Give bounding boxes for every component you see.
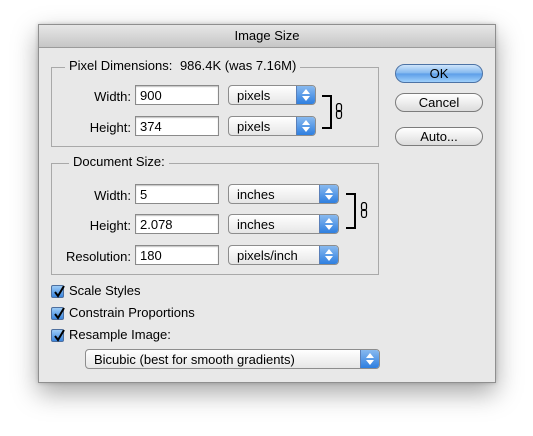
cancel-button[interactable]: Cancel bbox=[395, 93, 483, 112]
pixel-width-unit-value: pixels bbox=[237, 88, 271, 103]
resample-method-select[interactable]: Bicubic (best for smooth gradients) bbox=[85, 349, 380, 369]
doc-height-field[interactable]: 2.078 bbox=[135, 214, 219, 234]
resample-method-value: Bicubic (best for smooth gradients) bbox=[94, 352, 295, 367]
constrain-link-bracket bbox=[322, 95, 332, 129]
scale-styles-label[interactable]: Scale Styles bbox=[69, 283, 141, 298]
constrain-proportions-checkbox[interactable] bbox=[51, 307, 65, 320]
resample-image-label[interactable]: Resample Image: bbox=[69, 327, 171, 342]
doc-height-unit-select[interactable]: inches bbox=[228, 214, 339, 234]
doc-height-unit-value: inches bbox=[237, 217, 275, 232]
pixel-dimensions-size: 986.4K (was 7.16M) bbox=[179, 58, 297, 73]
resolution-unit-select[interactable]: pixels/inch bbox=[228, 245, 339, 265]
popup-arrows-icon bbox=[296, 86, 315, 104]
checkmark-icon bbox=[54, 285, 65, 298]
pixel-height-label: Height: bbox=[89, 120, 131, 135]
scale-styles-checkbox[interactable] bbox=[51, 285, 65, 298]
auto-button[interactable]: Auto... bbox=[395, 127, 483, 146]
resolution-unit-value: pixels/inch bbox=[237, 248, 298, 263]
pixel-height-field[interactable]: 374 bbox=[135, 116, 219, 136]
pixel-dimensions-label: Pixel Dimensions: bbox=[69, 58, 173, 73]
popup-arrows-icon bbox=[296, 117, 315, 135]
chain-link-icon bbox=[360, 202, 368, 218]
resolution-field[interactable]: 180 bbox=[135, 245, 219, 265]
chain-link-icon bbox=[335, 103, 343, 119]
resample-image-checkbox[interactable] bbox=[51, 329, 65, 342]
checkmark-icon bbox=[54, 307, 65, 320]
checkmark-icon bbox=[54, 329, 65, 342]
document-size-legend: Document Size: bbox=[69, 154, 169, 169]
dialog-title: Image Size bbox=[39, 25, 495, 48]
pixel-width-field[interactable]: 900 bbox=[135, 85, 219, 105]
pixel-width-unit-select[interactable]: pixels bbox=[228, 85, 316, 105]
doc-width-unit-value: inches bbox=[237, 187, 275, 202]
popup-arrows-icon bbox=[319, 185, 338, 203]
popup-arrows-icon bbox=[319, 246, 338, 264]
doc-constrain-link-bracket bbox=[346, 193, 356, 229]
popup-arrows-icon bbox=[319, 215, 338, 233]
doc-height-label: Height: bbox=[89, 218, 131, 233]
image-size-dialog: Image Size Pixel Dimensions: 986.4K (was… bbox=[38, 24, 496, 383]
pixel-dimensions-legend: Pixel Dimensions: 986.4K (was 7.16M) bbox=[65, 58, 301, 73]
resolution-label: Resolution: bbox=[65, 249, 131, 264]
constrain-proportions-label[interactable]: Constrain Proportions bbox=[69, 305, 195, 320]
ok-button[interactable]: OK bbox=[395, 64, 483, 83]
popup-arrows-icon bbox=[360, 350, 379, 368]
doc-width-unit-select[interactable]: inches bbox=[228, 184, 339, 204]
pixel-width-label: Width: bbox=[94, 89, 131, 104]
doc-width-field[interactable]: 5 bbox=[135, 184, 219, 204]
doc-width-label: Width: bbox=[94, 188, 131, 203]
pixel-height-unit-select[interactable]: pixels bbox=[228, 116, 316, 136]
pixel-height-unit-value: pixels bbox=[237, 119, 271, 134]
